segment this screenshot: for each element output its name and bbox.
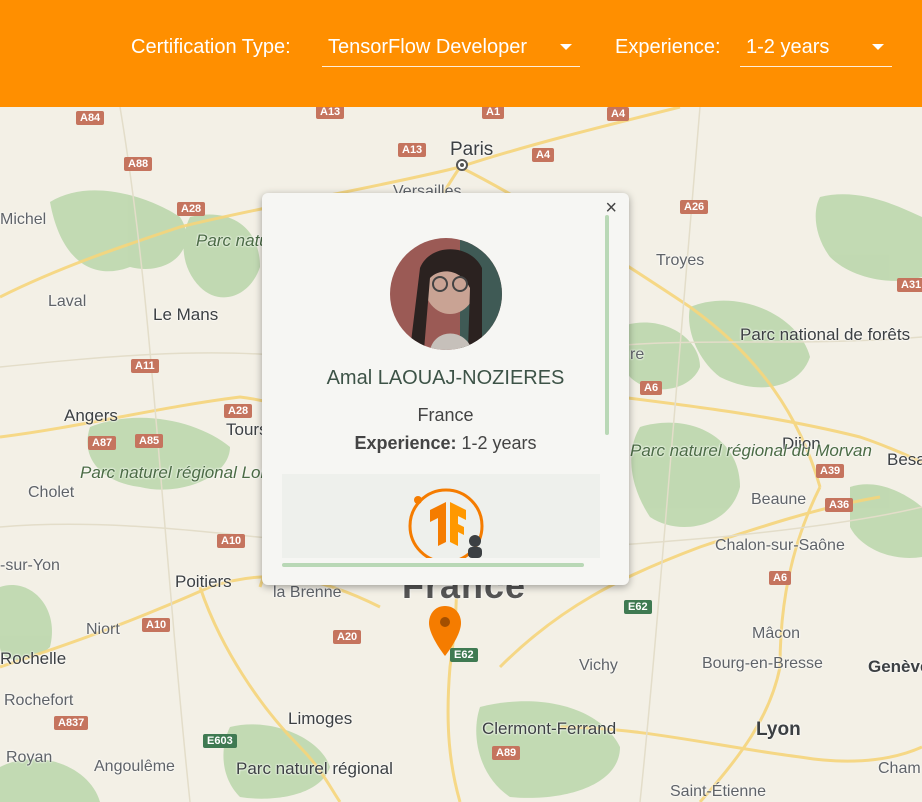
road-shield: A10 bbox=[142, 618, 171, 632]
city-label: la Brenne bbox=[273, 584, 342, 601]
city-label: Chalon-sur-Saône bbox=[715, 537, 845, 554]
road-shield: A28 bbox=[177, 202, 206, 216]
city-label: Genève bbox=[868, 657, 922, 676]
city-label: Laval bbox=[48, 293, 87, 310]
road-shield: A20 bbox=[333, 630, 362, 644]
city-label: Cholet bbox=[28, 484, 75, 501]
city-label: Rochelle bbox=[0, 649, 67, 668]
park-label: Parc naturel régional bbox=[236, 759, 393, 778]
certification-type-value: TensorFlow Developer bbox=[328, 36, 527, 58]
road-shield: A88 bbox=[124, 157, 153, 171]
city-label: Cham bbox=[878, 760, 921, 777]
chevron-down-icon bbox=[872, 44, 884, 50]
road-shield: A89 bbox=[492, 746, 521, 760]
city-label: -sur-Yon bbox=[0, 557, 60, 574]
park-label: Parc naturel régional du Morvan bbox=[630, 441, 872, 461]
park-label: Parc naturel régional Loire-Anjou-Tourai… bbox=[80, 463, 400, 482]
chevron-down-icon bbox=[560, 44, 572, 50]
certificate-badge-area bbox=[282, 474, 600, 558]
road-shield: A6 bbox=[640, 381, 663, 395]
road-shield: A39 bbox=[816, 464, 845, 478]
city-label: Rochefort bbox=[4, 692, 74, 709]
city-label: Michel bbox=[0, 211, 47, 228]
road-shield: A4 bbox=[532, 148, 555, 162]
city-label: Poitiers bbox=[175, 572, 232, 591]
road-shield: A84 bbox=[76, 111, 105, 125]
experience-val: 1-2 years bbox=[461, 433, 537, 453]
city-label: Limoges bbox=[288, 709, 353, 728]
experience-select[interactable]: 1-2 years bbox=[740, 30, 892, 67]
tensorflow-certificate-badge-icon bbox=[408, 488, 484, 558]
road-shield: A36 bbox=[825, 498, 854, 512]
city-label: Le Mans bbox=[153, 305, 219, 324]
profile-experience: Experience: 1-2 years bbox=[262, 433, 629, 454]
profile-popup: × Amal LAOUAJ-NOZIERES France Experience… bbox=[262, 193, 629, 585]
horizontal-scrollbar[interactable] bbox=[282, 563, 584, 567]
road-shield: A837 bbox=[54, 716, 89, 730]
city-label: re bbox=[630, 346, 645, 363]
road-shield: A26 bbox=[680, 200, 709, 214]
city-label: Niort bbox=[86, 621, 120, 638]
experience-key: Experience: bbox=[354, 433, 457, 453]
road-shield: A87 bbox=[88, 436, 117, 450]
road-shield: E62 bbox=[624, 600, 652, 614]
city-label: Troyes bbox=[656, 252, 705, 269]
map-pin-icon bbox=[429, 606, 461, 656]
road-shield: A13 bbox=[398, 143, 427, 157]
profile-name: Amal LAOUAJ-NOZIERES bbox=[326, 367, 565, 389]
experience-label: Experience: bbox=[615, 36, 721, 58]
road-shield: E603 bbox=[203, 734, 237, 748]
road-shield: A85 bbox=[135, 434, 164, 448]
avatar bbox=[390, 238, 502, 350]
vertical-scrollbar[interactable] bbox=[605, 215, 609, 435]
city-label: Angoulême bbox=[94, 758, 175, 775]
road-shield: A11 bbox=[131, 359, 159, 373]
city-label: Paris bbox=[450, 139, 494, 160]
road-shield: A4 bbox=[607, 107, 630, 121]
location-marker[interactable] bbox=[427, 604, 463, 665]
city-label: Clermont-Ferrand bbox=[482, 719, 617, 738]
city-label: Saint-Étienne bbox=[670, 783, 767, 800]
city-label: Beaune bbox=[751, 491, 807, 508]
road-shield: A6 bbox=[769, 571, 792, 585]
city-label: Vichy bbox=[579, 657, 618, 674]
road-shield: A28 bbox=[224, 404, 253, 418]
road-shield: A1 bbox=[482, 107, 505, 119]
certification-type-label: Certification Type: bbox=[131, 36, 291, 58]
road-shield: A10 bbox=[217, 534, 246, 548]
city-label: Mâcon bbox=[752, 625, 801, 642]
park-label: Parc national de forêts bbox=[740, 325, 911, 344]
city-label: Royan bbox=[6, 749, 53, 766]
city-label: Lyon bbox=[756, 719, 801, 740]
certification-type-select[interactable]: TensorFlow Developer bbox=[322, 30, 580, 67]
filter-bar: Certification Type: TensorFlow Developer… bbox=[0, 0, 922, 107]
road-shield: A31 bbox=[897, 278, 922, 292]
city-label: Besa bbox=[887, 450, 922, 469]
experience-value: 1-2 years bbox=[746, 36, 830, 58]
profile-country: France bbox=[417, 405, 474, 425]
road-shield: A13 bbox=[316, 107, 345, 119]
city-label: Angers bbox=[64, 406, 118, 425]
city-label: Bourg-en-Bresse bbox=[702, 655, 823, 672]
